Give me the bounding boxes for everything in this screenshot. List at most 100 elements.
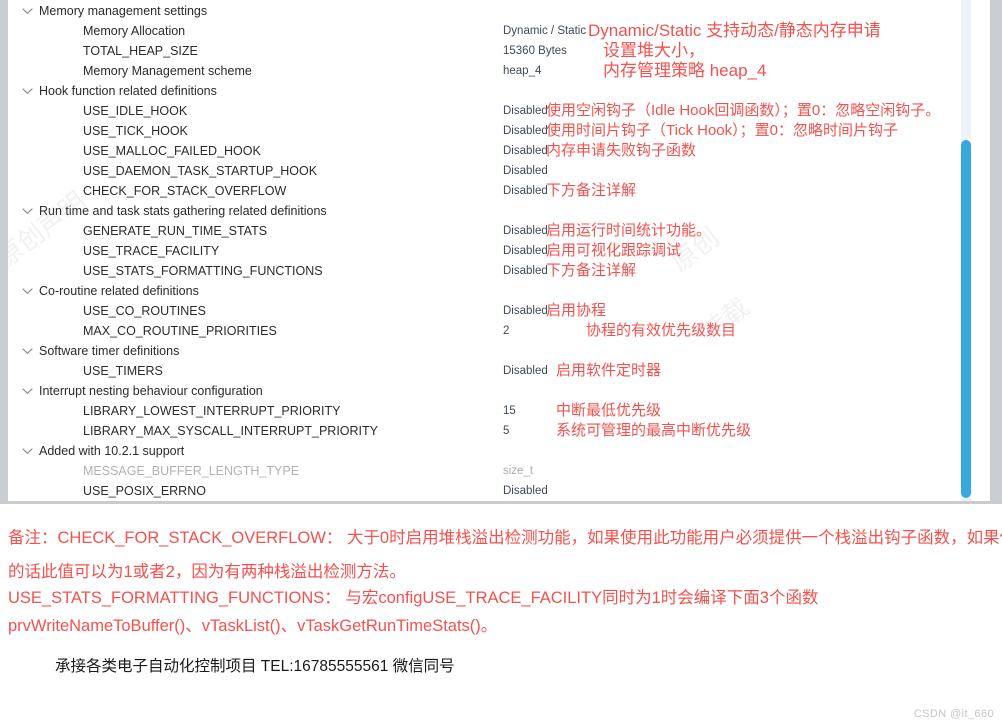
chevron-down-icon[interactable]	[22, 81, 36, 101]
tree-item-value[interactable]: 15360 Bytes	[503, 41, 567, 61]
tree-group-row[interactable]: Run time and task stats gathering relate…	[8, 201, 990, 221]
tree-item-label: USE_IDLE_HOOK	[83, 104, 188, 118]
tree-item-label: GENERATE_RUN_TIME_STATS	[83, 224, 268, 238]
tree-item-label: Co-routine related definitions	[39, 284, 199, 298]
tree-item-value[interactable]: 15	[503, 401, 516, 421]
tree-item-value[interactable]: 2	[503, 321, 509, 341]
tree-leaf-row[interactable]: MAX_CO_ROUTINE_PRIORITIES 2 协程的有效优先级数目	[8, 321, 990, 341]
tree-item-label: MAX_CO_ROUTINE_PRIORITIES	[83, 324, 277, 338]
tree-item-label: Software timer definitions	[39, 344, 180, 358]
tree-leaf-row[interactable]: Memory Management scheme heap_4 内存管理策略 hea…	[8, 61, 990, 81]
tree-leaf-row[interactable]: TOTAL_HEAP_SIZE 15360 Bytes 设置堆大小，	[8, 41, 990, 61]
annotation-text: 系统可管理的最高中断优先级	[556, 422, 752, 439]
chevron-down-icon[interactable]	[22, 201, 36, 221]
chevron-down-icon[interactable]	[22, 341, 36, 361]
tree-leaf-row[interactable]: Memory Allocation Dynamic / Static Dynamic…	[8, 21, 990, 41]
tree-leaf-row[interactable]: USE_DAEMON_TASK_STARTUP_HOOK Disabled	[8, 161, 990, 181]
tree-item-value[interactable]: heap_4	[503, 61, 541, 81]
annotation-text: Dynamic/Static 支持动态/静态内存申请	[588, 21, 881, 40]
note-line: prvWriteNameToBuffer()、vTaskList()、vTask…	[8, 617, 498, 635]
tree-item-label: USE_TRACE_FACILITY	[83, 244, 220, 258]
tree-item-label: Memory Allocation	[83, 24, 186, 38]
annotation-text: 中断最低优先级	[556, 402, 662, 419]
tree-leaf-row[interactable]: USE_TICK_HOOK Disabled 使用时间片钩子（Tick Hook）；…	[8, 121, 990, 141]
tree-item-label: Interrupt nesting behaviour configuratio…	[39, 384, 263, 398]
tree-item-label: CHECK_FOR_STACK_OVERFLOW	[83, 184, 287, 198]
panel-left-gutter	[0, 0, 8, 501]
tree-item-value[interactable]: size_t	[503, 461, 533, 481]
tree-item-label: LIBRARY_MAX_SYSCALL_INTERRUPT_PRIORITY	[83, 424, 379, 438]
tree-item-value[interactable]: Disabled	[503, 241, 548, 261]
tree-leaf-row[interactable]: LIBRARY_MAX_SYSCALL_INTERRUPT_PRIORITY 5 系…	[8, 421, 990, 441]
tree-item-label: Run time and task stats gathering relate…	[39, 204, 327, 218]
tree-item-value[interactable]: Disabled	[503, 141, 548, 161]
annotation-text: 设置堆大小，	[603, 41, 705, 60]
tree-item-label: USE_TIMERS	[83, 364, 163, 378]
chevron-down-icon[interactable]	[22, 441, 36, 461]
annotation-text: 协程的有效优先级数目	[586, 322, 737, 339]
vertical-scrollbar[interactable]	[959, 0, 973, 501]
tree-leaf-row[interactable]: USE_IDLE_HOOK Disabled 使用空闲钩子（Idle Hook回调函…	[8, 101, 990, 121]
tree-item-label: USE_MALLOC_FAILED_HOOK	[83, 144, 261, 158]
tree-item-value[interactable]: Disabled	[503, 261, 548, 281]
panel-right-gutter	[990, 0, 1002, 501]
tree-leaf-row[interactable]: LIBRARY_LOWEST_INTERRUPT_PRIORITY 15 中断最低优…	[8, 401, 990, 421]
tree-leaf-row[interactable]: USE_POSIX_ERRNO Disabled	[8, 481, 990, 501]
tree-group-row[interactable]: Interrupt nesting behaviour configuratio…	[8, 381, 990, 401]
tree-leaf-row[interactable]: GENERATE_RUN_TIME_STATS Disabled 启用运行时间统计功…	[8, 221, 990, 241]
tree-leaf-row[interactable]: CHECK_FOR_STACK_OVERFLOW Disabled 下方备注详解	[8, 181, 990, 201]
tree-item-label: MESSAGE_BUFFER_LENGTH_TYPE	[83, 464, 300, 478]
tree-item-label: Hook function related definitions	[39, 84, 217, 98]
tree-group-row[interactable]: Hook function related definitions	[8, 81, 990, 101]
tree-item-label: Added with 10.2.1 support	[39, 444, 185, 458]
tree-item-label: USE_DAEMON_TASK_STARTUP_HOOK	[83, 164, 318, 178]
tree-item-value[interactable]: Disabled	[503, 101, 548, 121]
tree-group-row[interactable]: Memory management settings	[8, 1, 990, 21]
tree-item-value[interactable]: Disabled	[503, 181, 548, 201]
tree-group-row[interactable]: Software timer definitions	[8, 341, 990, 361]
annotation-text: 下方备注详解	[546, 262, 637, 279]
annotation-text: 内存申请失败钩子函数	[546, 142, 697, 159]
annotation-text: 启用软件定时器	[556, 362, 662, 379]
config-tree-viewport[interactable]: Memory management settings Memory Allocat…	[8, 0, 990, 501]
tree-item-value[interactable]: Disabled	[503, 121, 548, 141]
tree-item-value[interactable]: Disabled	[503, 361, 548, 381]
tree-item-label: USE_CO_ROUTINES	[83, 304, 206, 318]
tree-leaf-row[interactable]: USE_CO_ROUTINES Disabled 启用协程	[8, 301, 990, 321]
tree-leaf-row[interactable]: USE_TRACE_FACILITY Disabled 启用可视化跟踪调试	[8, 241, 990, 261]
annotation-text: 下方备注详解	[546, 182, 637, 199]
tree-leaf-row[interactable]: MESSAGE_BUFFER_LENGTH_TYPE size_t	[8, 461, 990, 481]
tree-item-label: Memory Management scheme	[83, 64, 252, 78]
note-line: 备注：CHECK_FOR_STACK_OVERFLOW： 大于0时启用堆栈溢出检…	[8, 529, 1002, 547]
note-line: 的话此值可以为1或者2，因为有两种栈溢出检测方法。	[8, 563, 406, 581]
config-tree-panel[interactable]: Memory management settings Memory Allocat…	[0, 0, 1002, 504]
tree-group-row[interactable]: Co-routine related definitions	[8, 281, 990, 301]
csdn-watermark: CSDN @it_660	[913, 708, 994, 720]
annotation-text: 启用可视化跟踪调试	[546, 242, 682, 259]
chevron-down-icon[interactable]	[22, 381, 36, 401]
tree-leaf-row[interactable]: USE_STATS_FORMATTING_FUNCTIONS Disabled 下方…	[8, 261, 990, 281]
tree-item-label: USE_TICK_HOOK	[83, 124, 188, 138]
tree-group-row[interactable]: Added with 10.2.1 support	[8, 441, 990, 461]
tree-leaf-row[interactable]: USE_MALLOC_FAILED_HOOK Disabled 内存申请失败钩子函数	[8, 141, 990, 161]
chevron-down-icon[interactable]	[22, 1, 36, 21]
tree-item-value[interactable]: Dynamic / Static	[503, 21, 586, 41]
tree-item-value[interactable]: Disabled	[503, 161, 548, 181]
tree-item-label: USE_STATS_FORMATTING_FUNCTIONS	[83, 264, 323, 278]
tree-item-value[interactable]: Disabled	[503, 481, 548, 501]
annotation-text: 启用运行时间统计功能。	[546, 222, 712, 239]
contact-line: 承接各类电子自动化控制项目 TEL:16785555561 微信同号	[55, 658, 455, 675]
annotation-text: 使用空闲钩子（Idle Hook回调函数）；置0：忽略空闲钩子。	[546, 102, 941, 119]
tree-item-label: USE_POSIX_ERRNO	[83, 484, 206, 498]
chevron-down-icon[interactable]	[22, 281, 36, 301]
scrollbar-thumb[interactable]	[961, 140, 971, 498]
tree-item-value[interactable]: Disabled	[503, 301, 548, 321]
annotation-text: 内存管理策略 heap_4	[603, 61, 767, 80]
annotation-text: 启用协程	[546, 302, 607, 319]
annotation-text: 使用时间片钩子（Tick Hook）；置0：忽略时间片钩子	[546, 122, 898, 139]
tree-item-value[interactable]: 5	[503, 421, 509, 441]
tree-item-label: Memory management settings	[39, 4, 208, 18]
tree-leaf-row[interactable]: USE_TIMERS Disabled 启用软件定时器	[8, 361, 990, 381]
tree-item-label: LIBRARY_LOWEST_INTERRUPT_PRIORITY	[83, 404, 341, 418]
tree-item-value[interactable]: Disabled	[503, 221, 548, 241]
